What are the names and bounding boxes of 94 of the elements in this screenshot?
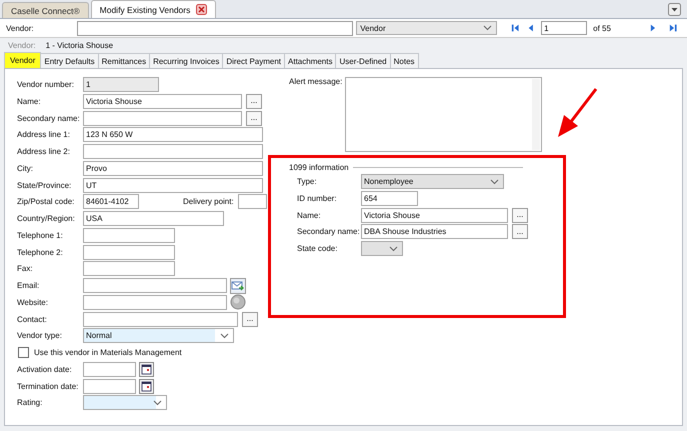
chevron-icon — [389, 246, 398, 252]
calendar-icon[interactable] — [139, 362, 154, 377]
field-label: Name: — [17, 96, 41, 106]
select-field[interactable] — [361, 241, 403, 256]
vendor-name: 1 - Victoria Shouse — [46, 41, 114, 50]
input-field[interactable] — [238, 194, 267, 210]
input-field[interactable]: 654 — [361, 190, 418, 206]
field-label: Vendor number: — [17, 80, 74, 89]
tab[interactable]: Notes — [390, 53, 419, 68]
first-record-icon[interactable] — [510, 23, 520, 33]
input-field[interactable]: Victoria Shouse — [83, 94, 242, 109]
field-label: Email: — [17, 281, 40, 290]
input-field[interactable]: 84601-4102 — [83, 194, 139, 210]
input-field[interactable] — [83, 294, 227, 310]
tab[interactable]: Recurring Invoices — [149, 53, 224, 68]
field-label: Type: — [297, 177, 317, 186]
field-label: Rating: — [17, 398, 42, 408]
input-field[interactable]: DBA Shouse Industries — [361, 224, 508, 240]
input-field[interactable] — [83, 261, 175, 276]
field-label: Vendor type: — [17, 331, 62, 340]
lookup-button[interactable]: ... — [246, 110, 262, 126]
field-label: City: — [17, 164, 33, 173]
checkbox[interactable] — [18, 347, 29, 358]
tab[interactable]: Vendor — [4, 52, 42, 68]
input-field[interactable] — [83, 312, 238, 326]
field-label: Name: — [297, 210, 321, 220]
chevron-icon — [482, 25, 492, 31]
input-field[interactable] — [83, 362, 136, 377]
field-label: State code: — [297, 244, 338, 253]
field-label: Activation date: — [17, 364, 72, 374]
input-field[interactable] — [83, 278, 227, 293]
record-count: of 55 — [593, 24, 612, 32]
group-title: 1099 information — [289, 162, 349, 172]
last-record-icon[interactable] — [668, 23, 677, 33]
field-label: Alert message: — [289, 77, 344, 88]
lookup-button[interactable]: ... — [242, 312, 258, 326]
record-number-field[interactable]: 1 — [541, 21, 588, 35]
envelope-icon[interactable] — [230, 278, 246, 294]
field-label: ID number: — [297, 194, 337, 203]
field-label: Contact: — [17, 314, 47, 324]
lookup-by-select[interactable]: Vendor — [356, 21, 497, 35]
select-field[interactable] — [83, 395, 167, 410]
arrow — [558, 88, 598, 137]
input-field[interactable]: 123 N 650 W — [83, 127, 263, 142]
field-label: Telephone 2: — [17, 248, 63, 256]
field-label: Website: — [17, 298, 48, 307]
field-label: Address line 1: — [17, 130, 70, 140]
input-field[interactable]: USA — [83, 211, 224, 226]
chevron-icon — [490, 178, 499, 184]
field-label: Fax: — [17, 264, 33, 274]
field-label: Termination date: — [17, 382, 78, 390]
close-icon[interactable] — [196, 4, 208, 15]
input-field[interactable] — [83, 144, 263, 159]
select-field[interactable]: Normal — [83, 328, 234, 344]
tab[interactable]: Direct Payment — [222, 53, 286, 68]
globe-icon[interactable] — [230, 294, 246, 310]
field-label: Telephone 1: — [17, 230, 63, 240]
input-field[interactable] — [83, 378, 136, 394]
field-label: Secondary name: — [297, 227, 360, 236]
input-field[interactable]: Provo — [83, 160, 263, 176]
select-field[interactable]: Nonemployee — [361, 174, 504, 189]
field-label: Zip/Postal code: — [17, 197, 74, 206]
input-field[interactable] — [83, 228, 175, 243]
input-field[interactable]: Victoria Shouse — [361, 208, 508, 222]
tab[interactable]: Attachments — [284, 53, 336, 68]
lookup-button[interactable]: ... — [246, 94, 262, 109]
previous-record-icon[interactable] — [527, 23, 534, 33]
alert-message-field[interactable] — [345, 77, 542, 152]
chevron-icon — [153, 400, 162, 406]
field-label: Address line 2: — [17, 147, 70, 156]
lookup-button[interactable]: ... — [512, 208, 528, 222]
dropdown-icon[interactable] — [668, 3, 681, 16]
next-record-icon[interactable] — [650, 23, 657, 33]
input-field[interactable]: UT — [83, 178, 263, 192]
document-tab[interactable]: Modify Existing Vendors — [90, 0, 216, 18]
field-label: Country/Region: — [17, 214, 75, 223]
input-field[interactable] — [83, 244, 175, 260]
lookup-button[interactable]: ... — [512, 224, 528, 240]
document-tab[interactable]: Caselle Connect® — [2, 2, 89, 18]
vendor-search-field[interactable] — [76, 20, 354, 36]
tab[interactable]: User-Defined — [335, 53, 391, 68]
field-label: Secondary name: — [17, 114, 80, 122]
input-field[interactable]: 1 — [83, 77, 159, 92]
checkbox-label: Use this vendor in Materials Management — [34, 348, 182, 357]
input-field[interactable] — [83, 110, 242, 126]
tab[interactable]: Entry Defaults — [40, 53, 99, 68]
chevron-icon — [220, 332, 229, 339]
field-label: Delivery point: — [183, 197, 234, 206]
tab[interactable]: Remittances — [98, 53, 150, 68]
calendar-icon[interactable] — [139, 378, 154, 394]
vendor-label: Vendor: — [8, 41, 36, 50]
vendor-label: Vendor: — [6, 24, 35, 32]
field-label: State/Province: — [17, 180, 72, 190]
scroll-bar[interactable] — [532, 79, 540, 150]
